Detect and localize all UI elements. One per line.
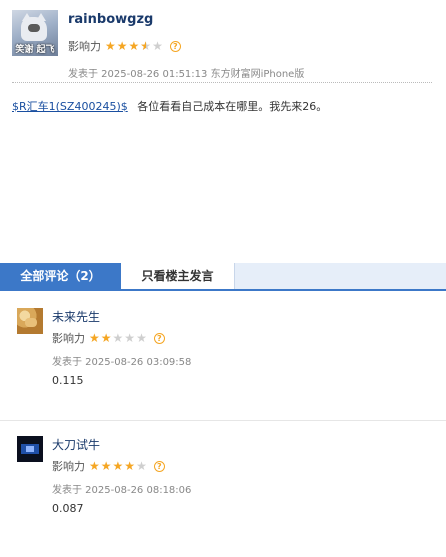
star-half-icon: ★ bbox=[140, 40, 151, 52]
commenter-influence: 影响力 ★ ★ ★ ★ ★ ? bbox=[52, 330, 165, 346]
author-influence: 影响力 ★★★★★ ? bbox=[68, 38, 181, 54]
star-empty-icon: ★ bbox=[136, 459, 147, 473]
comment-text: 0.087 bbox=[52, 502, 84, 515]
star-full-icon: ★ bbox=[124, 459, 136, 473]
avatar-cat-face bbox=[28, 24, 40, 32]
star-full-icon: ★ bbox=[100, 331, 112, 345]
header-divider bbox=[12, 82, 432, 83]
star-full-icon: ★ bbox=[89, 459, 100, 473]
star-full-icon: ★ bbox=[116, 39, 128, 53]
star-full-icon: ★ bbox=[89, 331, 100, 345]
commenter-avatar[interactable] bbox=[17, 308, 43, 334]
star-full-icon: ★ bbox=[105, 39, 116, 53]
influence-label: 影响力 bbox=[68, 40, 101, 53]
comment-text: 0.115 bbox=[52, 374, 84, 387]
question-circle-icon[interactable]: ? bbox=[153, 460, 165, 472]
commenter-influence: 影响力 ★ ★ ★ ★ ★ ? bbox=[52, 458, 165, 474]
influence-stars: ★ ★ ★ ★ ★ bbox=[89, 460, 148, 472]
star-full-icon: ★ bbox=[112, 459, 124, 473]
influence-stars: ★ ★ ★ ★ ★ bbox=[89, 332, 148, 344]
comment-item: 大刀试牛 影响力 ★ ★ ★ ★ ★ ? 发表于 2025-08-26 08:18:06… bbox=[0, 428, 446, 548]
post-meta: 发表于 2025-08-26 01:51:13 东方财富网iPhone版 bbox=[68, 69, 305, 80]
star-empty-icon: ★ bbox=[112, 331, 124, 345]
author-avatar[interactable]: 笑谢 起飞 bbox=[12, 10, 58, 56]
comment-meta: 发表于 2025-08-26 08:18:06 bbox=[52, 485, 192, 496]
star-full-icon: ★ bbox=[128, 39, 140, 53]
influence-label: 影响力 bbox=[52, 460, 85, 473]
commenter-name[interactable]: 大刀试牛 bbox=[52, 436, 100, 453]
comment-meta: 发表于 2025-08-26 03:09:58 bbox=[52, 357, 192, 368]
influence-label: 影响力 bbox=[52, 332, 85, 345]
comment-item: 未来先生 影响力 ★ ★ ★ ★ ★ ? 发表于 2025-08-26 03:09:58… bbox=[0, 300, 446, 420]
comment-divider bbox=[0, 420, 446, 421]
star-empty-icon: ★ bbox=[124, 331, 136, 345]
influence-stars: ★ ★ ★ ★ ★ bbox=[105, 40, 164, 52]
star-empty-icon: ★ bbox=[152, 39, 163, 53]
post-header: 笑谢 起飞 rainbowgzg 影响力 ★★★★★ ? 发表于 2025-08… bbox=[0, 0, 446, 84]
star-full-icon: ★ bbox=[100, 459, 112, 473]
star-empty-icon: ★ bbox=[136, 331, 147, 345]
comment-tabs: 全部评论（2） 只看楼主发言 bbox=[0, 263, 446, 291]
post-text: 各位看看自己成本在哪里。我先来26。 bbox=[137, 100, 328, 113]
author-name[interactable]: rainbowgzg bbox=[68, 12, 153, 27]
commenter-name[interactable]: 未来先生 bbox=[52, 308, 100, 325]
post-content: $R汇车1(SZ400245)$ 各位看看自己成本在哪里。我先来26。 bbox=[12, 98, 327, 114]
question-circle-icon[interactable]: ? bbox=[153, 332, 165, 344]
question-circle-icon[interactable]: ? bbox=[169, 40, 181, 52]
commenter-avatar[interactable] bbox=[17, 436, 43, 462]
avatar-caption: 笑谢 起飞 bbox=[15, 45, 55, 55]
stock-link[interactable]: $R汇车1(SZ400245)$ bbox=[12, 100, 128, 113]
tab-owner-only[interactable]: 只看楼主发言 bbox=[121, 263, 235, 289]
tab-all-comments[interactable]: 全部评论（2） bbox=[0, 263, 121, 289]
